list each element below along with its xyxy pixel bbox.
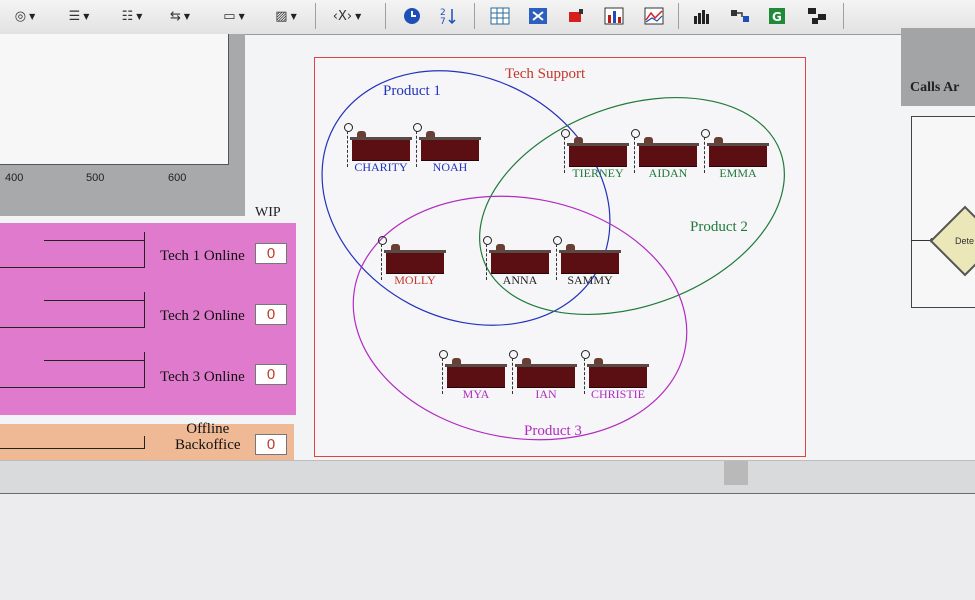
agent-icon: [553, 236, 562, 245]
agent-name: MYA: [462, 387, 490, 401]
desk-icon: [639, 146, 697, 167]
tech-support-title: Tech Support: [505, 66, 586, 82]
agent-name: CHARITY: [354, 160, 408, 174]
computer-icon: [644, 137, 653, 143]
desk-icon: [589, 367, 647, 388]
lower-area: [0, 494, 975, 600]
product-1-label: Product 1: [383, 83, 441, 99]
agent-icon: [344, 123, 353, 132]
desk-icon: [491, 253, 549, 274]
computer-icon: [574, 137, 583, 143]
computer-icon: [452, 358, 461, 364]
calls-arrive-label: Calls Ar: [910, 80, 960, 95]
computer-icon: [566, 244, 575, 250]
computer-icon: [594, 358, 603, 364]
desk-icon: [561, 253, 619, 274]
agent-icon: [631, 129, 640, 138]
desk-icon: [386, 253, 444, 274]
decision-label: Dete: [955, 236, 975, 246]
product-3-ellipse: [352, 195, 688, 441]
agent-name: TIERNEY: [572, 166, 624, 180]
product-2-ellipse: [479, 97, 785, 315]
desk-icon: [709, 146, 767, 167]
desk-icon: [447, 367, 505, 388]
agent-icon: [439, 350, 448, 359]
agent-icon: [378, 236, 387, 245]
desk-icon: [352, 140, 410, 161]
agent-icon: [701, 129, 710, 138]
desk-icon: [421, 140, 479, 161]
computer-icon: [426, 131, 435, 137]
horizontal-scrollbar[interactable]: [0, 460, 975, 495]
agent-icon: [483, 236, 492, 245]
scrollbar-thumb[interactable]: [724, 461, 748, 485]
agent-name: ANNA: [502, 273, 538, 287]
agent-name: IAN: [535, 387, 557, 401]
computer-icon: [496, 244, 505, 250]
computer-icon: [522, 358, 531, 364]
desk-icon: [569, 146, 627, 167]
calls-arrive-header: Calls Ar: [901, 28, 975, 106]
agent-name: CHRISTIE: [591, 387, 645, 401]
computer-icon: [714, 137, 723, 143]
agent-icon: [413, 123, 422, 132]
product-1-ellipse: [321, 70, 611, 326]
computer-icon: [391, 244, 400, 250]
agent-name: MOLLY: [394, 273, 436, 287]
agent-icon: [561, 129, 570, 138]
agent-name: NOAH: [432, 160, 468, 174]
product-2-label: Product 2: [690, 219, 748, 235]
computer-icon: [357, 131, 366, 137]
product-3-label: Product 3: [524, 423, 582, 439]
desk-icon: [517, 367, 575, 388]
agent-name: AIDAN: [648, 166, 688, 180]
agent-name: SAMMY: [567, 273, 613, 287]
agent-icon: [581, 350, 590, 359]
agent-icon: [509, 350, 518, 359]
agent-name: EMMA: [719, 166, 757, 180]
